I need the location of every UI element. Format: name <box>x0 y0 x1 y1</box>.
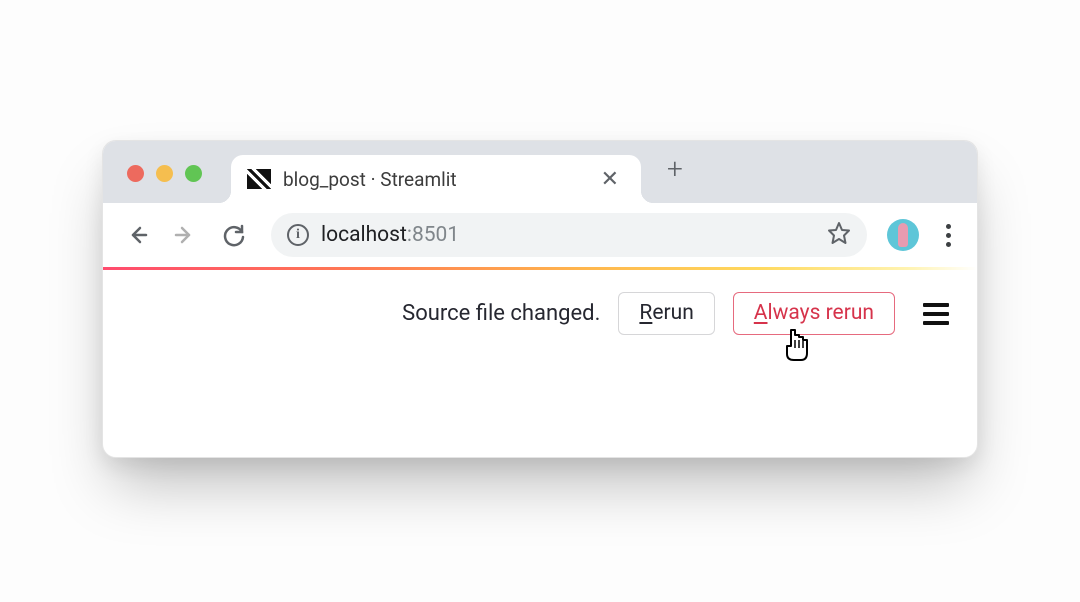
streamlit-favicon <box>247 169 271 189</box>
site-info-icon[interactable]: i <box>287 224 309 246</box>
window-controls <box>127 165 202 182</box>
browser-toolbar: i localhost:8501 <box>103 203 977 267</box>
rerun-hotkey: R <box>639 301 652 325</box>
rerun-toolbar: Source file changed. Rerun Always rerun <box>103 270 977 335</box>
page-content: Source file changed. Rerun Always rerun <box>103 267 977 457</box>
minimize-window-button[interactable] <box>156 165 173 182</box>
close-window-button[interactable] <box>127 165 144 182</box>
url-host: localhost <box>321 223 407 247</box>
browser-window: blog_post · Streamlit ✕ + i localhost:85… <box>102 140 978 458</box>
back-button[interactable] <box>117 215 157 255</box>
close-tab-icon[interactable]: ✕ <box>595 165 625 194</box>
maximize-window-button[interactable] <box>185 165 202 182</box>
always-rerun-button[interactable]: Always rerun <box>733 292 895 335</box>
url-text: localhost:8501 <box>321 223 459 247</box>
profile-avatar[interactable] <box>887 219 919 251</box>
address-bar[interactable]: i localhost:8501 <box>271 213 867 257</box>
new-tab-button[interactable]: + <box>649 147 701 191</box>
tab-title: blog_post · Streamlit <box>283 168 583 191</box>
source-changed-text: Source file changed. <box>402 301 600 326</box>
url-port: :8501 <box>407 223 459 247</box>
browser-menu-icon[interactable] <box>933 218 963 253</box>
forward-button[interactable] <box>165 215 205 255</box>
streamlit-menu-icon[interactable] <box>919 299 953 329</box>
reload-button[interactable] <box>213 215 253 255</box>
rerun-button[interactable]: Rerun <box>618 292 714 335</box>
always-hotkey: A <box>754 301 768 325</box>
browser-tab[interactable]: blog_post · Streamlit ✕ <box>231 155 641 203</box>
tab-strip: blog_post · Streamlit ✕ + <box>103 141 977 203</box>
bookmark-star-icon[interactable] <box>827 221 851 249</box>
